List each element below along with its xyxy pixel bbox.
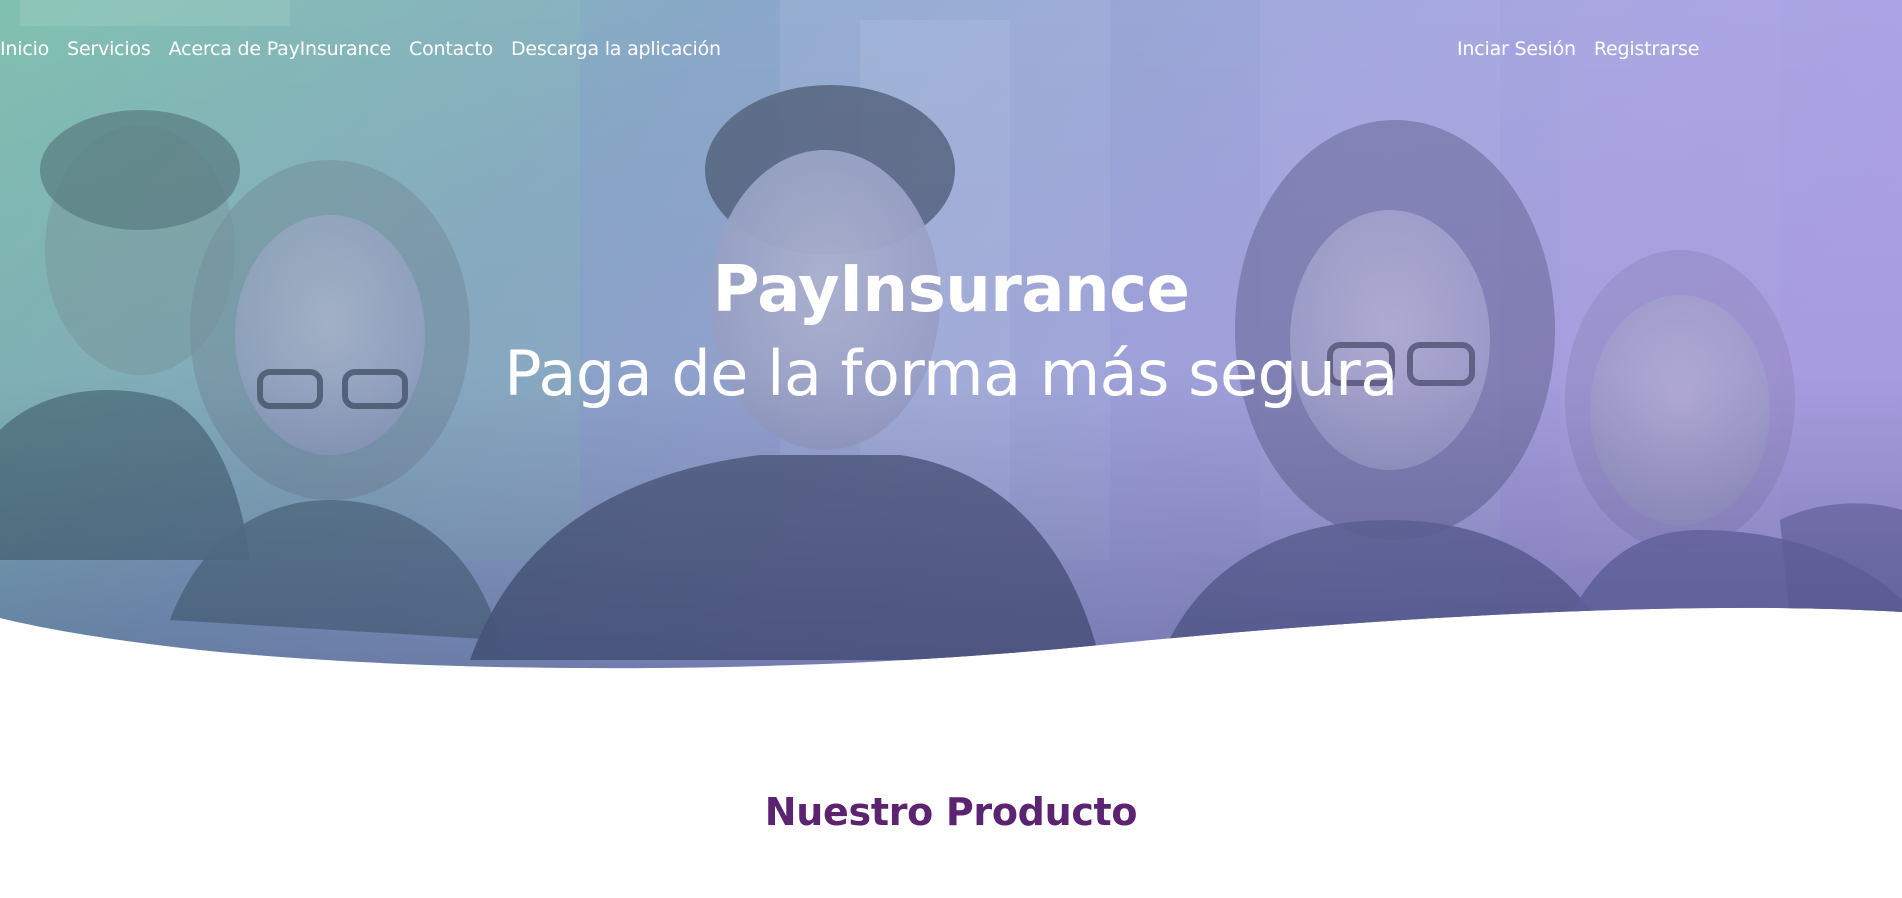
hero-banner: Inicio Servicios Acerca de PayInsurance … [0, 0, 1902, 680]
register-link[interactable]: Registrarse [1594, 38, 1700, 60]
nav-link-servicios[interactable]: Servicios [67, 38, 151, 60]
auth-nav: Inciar Sesión Registrarse [1457, 32, 1717, 66]
nav-link-descarga[interactable]: Descarga la aplicación [511, 38, 721, 60]
landing-page: Inicio Servicios Acerca de PayInsurance … [0, 0, 1902, 898]
main-nav: Inicio Servicios Acerca de PayInsurance … [0, 32, 739, 66]
nav-link-contacto[interactable]: Contacto [409, 38, 493, 60]
hero-title: PayInsurance [712, 253, 1190, 327]
nav-link-inicio[interactable]: Inicio [0, 38, 49, 60]
nav-link-acerca[interactable]: Acerca de PayInsurance [169, 38, 392, 60]
hero-subtitle: Paga de la forma más segura [504, 337, 1398, 410]
section-title: Nuestro Producto [764, 790, 1138, 834]
login-link[interactable]: Inciar Sesión [1457, 38, 1576, 60]
